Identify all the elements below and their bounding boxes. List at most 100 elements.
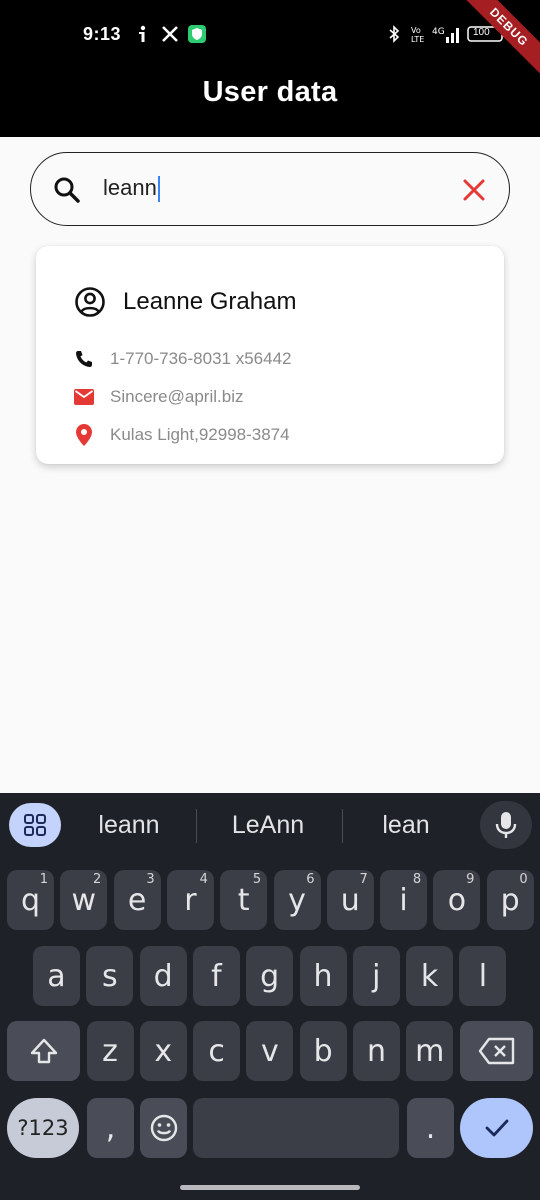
key-a[interactable]: a <box>33 946 80 1006</box>
account-circle-icon <box>74 286 106 318</box>
key-o[interactable]: o9 <box>433 870 481 930</box>
key-b-label: b <box>313 1033 333 1069</box>
key-v[interactable]: v <box>246 1021 294 1081</box>
key-n[interactable]: n <box>353 1021 400 1081</box>
location-pin-icon <box>72 423 96 447</box>
key-b[interactable]: b <box>299 1021 347 1081</box>
key-f-label: f <box>211 958 222 994</box>
key-d[interactable]: d <box>139 946 187 1006</box>
suggestion-3[interactable]: lean <box>341 811 471 840</box>
emoji-key[interactable] <box>140 1098 187 1158</box>
app-header: 9:13 Vo LTE 4G 100 User data DEBUG <box>0 0 540 137</box>
backspace-icon <box>478 1037 514 1065</box>
key-s[interactable]: s <box>86 946 134 1006</box>
key-q-label: q <box>20 882 41 918</box>
key-i[interactable]: i8 <box>380 870 428 930</box>
user-card[interactable]: Leanne Graham 1-770-736-8031 x56442 Sinc… <box>36 246 504 464</box>
key-k-label: k <box>420 958 439 994</box>
symbols-key[interactable]: ?123 <box>7 1098 79 1158</box>
key-e-label: e <box>127 882 147 918</box>
battery-level: 100 <box>473 27 490 38</box>
page-title: User data <box>202 76 338 108</box>
user-phone: 1-770-736-8031 x56442 <box>110 349 292 368</box>
key-j-label: j <box>372 958 381 994</box>
shift-icon <box>30 1038 57 1064</box>
suggestion-2[interactable]: LeAnn <box>203 811 333 840</box>
mail-icon <box>72 385 96 409</box>
gesture-nav-bar[interactable] <box>180 1185 360 1190</box>
check-icon <box>485 1119 508 1137</box>
apps-grid-icon <box>24 814 46 836</box>
key-i-label: i <box>399 882 408 918</box>
search-icon <box>53 176 81 204</box>
key-u[interactable]: u7 <box>326 870 374 930</box>
x-app-icon <box>160 24 180 44</box>
user-email: Sincere@april.biz <box>110 387 244 406</box>
key-q[interactable]: q1 <box>7 870 54 930</box>
key-n-label: n <box>366 1033 386 1069</box>
key-l[interactable]: l <box>459 946 507 1006</box>
period-key[interactable]: . <box>407 1098 454 1158</box>
key-y-label: y <box>288 882 306 918</box>
suggestion-divider <box>196 809 197 843</box>
key-z[interactable]: z <box>86 1021 134 1081</box>
key-h[interactable]: h <box>299 946 347 1006</box>
user-name: Leanne Graham <box>123 288 297 315</box>
key-p[interactable]: p0 <box>486 870 534 930</box>
key-e[interactable]: e3 <box>113 870 161 930</box>
key-o-hint: 9 <box>466 872 475 887</box>
shift-key[interactable] <box>7 1021 80 1081</box>
suggestion-strip: leann LeAnn lean <box>0 793 540 859</box>
key-x[interactable]: x <box>139 1021 187 1081</box>
space-key[interactable] <box>193 1098 399 1158</box>
key-w-hint: 2 <box>93 872 102 887</box>
search-value: leann <box>103 175 157 200</box>
key-t-label: t <box>237 882 250 918</box>
comma-key[interactable]: , <box>87 1098 134 1158</box>
key-m[interactable]: m <box>406 1021 454 1081</box>
key-f[interactable]: f <box>192 946 240 1006</box>
key-r[interactable]: r4 <box>166 870 214 930</box>
key-s-label: s <box>101 958 118 994</box>
key-v-label: v <box>261 1033 279 1069</box>
done-key[interactable] <box>460 1098 533 1158</box>
status-bar: 9:13 Vo LTE 4G 100 <box>0 0 540 68</box>
key-y-hint: 6 <box>306 872 315 887</box>
info-icon <box>134 24 152 44</box>
voice-input-button[interactable] <box>480 801 532 849</box>
emoji-icon <box>150 1114 177 1142</box>
key-r-label: r <box>184 882 197 918</box>
key-p-hint: 0 <box>519 872 528 887</box>
key-r-hint: 4 <box>199 872 208 887</box>
key-c-label: c <box>208 1033 225 1069</box>
keyboard-menu-button[interactable] <box>9 803 61 847</box>
user-phone-row: 1-770-736-8031 x56442 <box>72 347 291 371</box>
close-icon <box>463 179 485 201</box>
key-u-label: u <box>340 882 360 918</box>
key-u-hint: 7 <box>359 872 368 887</box>
key-w[interactable]: w2 <box>60 870 108 930</box>
status-time: 9:13 <box>83 24 122 44</box>
key-g[interactable]: g <box>246 946 294 1006</box>
user-address-row: Kulas Light,92998-3874 <box>72 423 290 447</box>
svg-text:LTE: LTE <box>411 35 424 43</box>
key-z-label: z <box>102 1033 118 1069</box>
key-k[interactable]: k <box>406 946 454 1006</box>
key-y[interactable]: y6 <box>273 870 321 930</box>
clear-search-button[interactable] <box>459 175 489 205</box>
key-j[interactable]: j <box>352 946 400 1006</box>
shield-app-icon <box>187 24 207 44</box>
key-t-hint: 5 <box>252 872 262 887</box>
signal-4g-icon: 4G <box>432 24 462 44</box>
user-email-row: Sincere@april.biz <box>72 385 243 409</box>
key-a-label: a <box>47 958 66 994</box>
key-t[interactable]: t5 <box>220 870 268 930</box>
backspace-key[interactable] <box>460 1021 533 1081</box>
search-field[interactable]: leann <box>30 152 510 226</box>
search-input[interactable]: leann <box>103 172 160 204</box>
key-c[interactable]: c <box>193 1021 241 1081</box>
suggestion-1[interactable]: leann <box>64 811 194 840</box>
bluetooth-icon <box>388 24 400 44</box>
user-address: Kulas Light,92998-3874 <box>110 425 290 444</box>
key-q-hint: 1 <box>39 872 48 887</box>
